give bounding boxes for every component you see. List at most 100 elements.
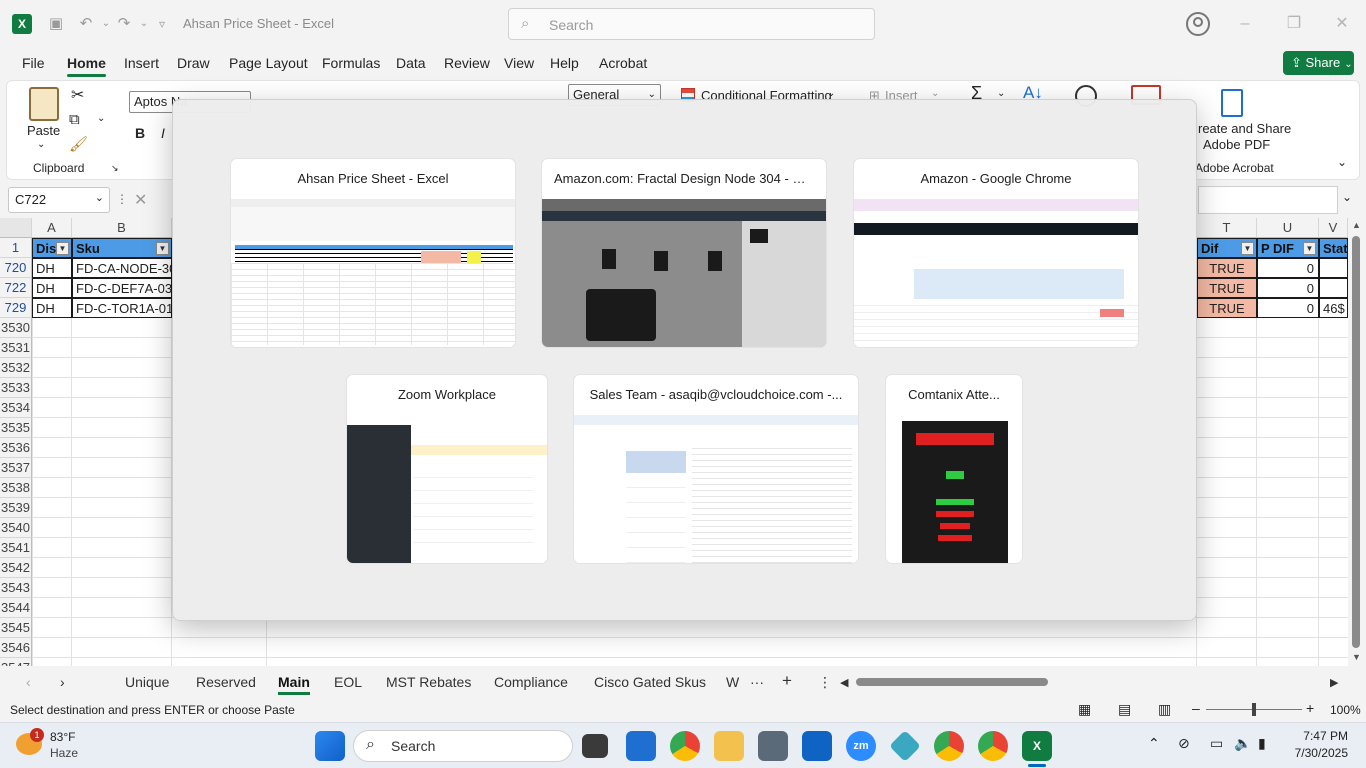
paste-icon[interactable] — [29, 87, 59, 121]
redo-icon[interactable]: ↷ — [114, 14, 134, 34]
table-cell[interactable]: 46$ — [1319, 298, 1348, 318]
minimize-icon[interactable]: – — [1233, 12, 1257, 36]
column-header-b[interactable]: B — [72, 218, 172, 238]
outlook-icon[interactable] — [802, 731, 832, 761]
tab-page-layout[interactable]: Page Layout — [229, 55, 308, 71]
clock-time[interactable]: 7:47 PM — [1290, 729, 1348, 743]
share-button[interactable]: ⇪ Share ⌄ — [1283, 51, 1354, 75]
insert-dropdown-icon[interactable]: ⌄ — [931, 88, 939, 99]
formula-input[interactable] — [1198, 186, 1338, 214]
tab-home[interactable]: Home — [67, 55, 106, 77]
page-break-view-icon[interactable]: ▥ — [1158, 701, 1171, 718]
row-header[interactable]: 3539 — [0, 498, 32, 518]
file-explorer-icon[interactable] — [714, 731, 744, 761]
zoom-out-icon[interactable]: – — [1192, 700, 1200, 716]
scroll-down-icon[interactable]: ▼ — [1352, 652, 1361, 662]
page-layout-view-icon[interactable]: ▤ — [1118, 701, 1131, 718]
chrome-profile-icon[interactable] — [934, 731, 964, 761]
sheet-tab-w[interactable]: W — [726, 674, 739, 690]
horizontal-scrollbar[interactable] — [852, 676, 1340, 688]
row-header[interactable]: 720 — [0, 258, 32, 278]
row-header[interactable]: 3534 — [0, 398, 32, 418]
copy-dropdown-icon[interactable]: ⌄ — [97, 113, 105, 124]
vpn-app-icon[interactable] — [889, 730, 921, 762]
tab-acrobat[interactable]: Acrobat — [599, 55, 647, 71]
window-card-amazon-product[interactable]: Amazon.com: Fractal Design Node 304 - Bl… — [541, 158, 827, 348]
taskbar-search[interactable]: ⌕ Search — [353, 730, 573, 762]
table-cell[interactable]: TRUE — [1197, 278, 1257, 298]
tab-file[interactable]: File — [22, 55, 45, 71]
tab-review[interactable]: Review — [444, 55, 490, 71]
row-header[interactable]: 3530 — [0, 318, 32, 338]
filter-dropdown-icon[interactable]: ▼ — [156, 242, 169, 255]
weather-temperature[interactable]: 83°F — [50, 730, 75, 744]
zoom-in-icon[interactable]: + — [1306, 700, 1314, 716]
table-cell[interactable]: FD-C-DEF7A-03 — [72, 278, 172, 298]
collapse-ribbon-icon[interactable]: ⌄ — [1337, 155, 1347, 169]
next-sheet-icon[interactable]: › — [60, 674, 65, 690]
weather-description[interactable]: Haze — [50, 746, 78, 760]
row-header[interactable]: 3546 — [0, 638, 32, 658]
task-view-icon[interactable] — [582, 734, 608, 758]
tabs-options-icon[interactable]: ⋮ — [818, 674, 832, 691]
row-header[interactable]: 3532 — [0, 358, 32, 378]
row-header[interactable]: 1 — [0, 238, 32, 258]
create-share-pdf-label-2[interactable]: Adobe PDF — [1203, 137, 1270, 152]
restore-icon[interactable]: ❐ — [1282, 12, 1306, 36]
expand-formula-bar-icon[interactable]: ⌄ — [1342, 190, 1352, 204]
name-box[interactable]: C722 ⌄ — [8, 187, 110, 213]
tab-draw[interactable]: Draw — [177, 55, 210, 71]
column-header-a[interactable]: A — [32, 218, 72, 238]
sheet-tab-mst-rebates[interactable]: MST Rebates — [386, 674, 471, 690]
row-header[interactable]: 3543 — [0, 578, 32, 598]
format-painter-icon[interactable]: 🖌 — [69, 135, 88, 153]
zoom-app-icon[interactable]: zm — [846, 731, 876, 761]
tab-insert[interactable]: Insert — [124, 55, 159, 71]
vertical-scrollbar[interactable]: ▲ ▼ — [1348, 218, 1366, 666]
more-options-icon[interactable]: ⋮ — [116, 192, 128, 206]
table-cell[interactable]: TRUE — [1197, 258, 1257, 278]
excel-logo-icon[interactable]: X — [12, 14, 32, 34]
row-header[interactable]: 3533 — [0, 378, 32, 398]
add-sheet-icon[interactable]: + — [782, 671, 792, 691]
customize-qat-icon[interactable]: ▿ — [152, 14, 172, 34]
chrome-icon[interactable] — [670, 731, 700, 761]
volume-icon[interactable]: 🔈 — [1234, 735, 1251, 752]
table-cell[interactable]: 0 — [1257, 298, 1319, 318]
select-all-corner[interactable] — [0, 218, 32, 238]
prev-sheet-icon[interactable]: ‹ — [26, 674, 31, 690]
window-card-outlook[interactable]: Sales Team - asaqib@vcloudchoice.com -..… — [573, 374, 859, 564]
clipboard-launcher-icon[interactable]: ↘ — [111, 163, 119, 174]
display-icon[interactable]: ▭ — [1210, 735, 1223, 752]
zoom-level[interactable]: 100% — [1330, 703, 1361, 717]
search-input[interactable]: ⌕ Search — [508, 8, 875, 40]
vertical-scroll-thumb[interactable] — [1352, 236, 1360, 648]
sheet-tab-main[interactable]: Main — [278, 674, 310, 695]
excel-taskbar-icon[interactable]: X — [1022, 731, 1052, 761]
battery-icon[interactable]: ▮ — [1258, 735, 1266, 752]
tab-formulas[interactable]: Formulas — [322, 55, 380, 71]
window-card-excel[interactable]: Ahsan Price Sheet - Excel — [230, 158, 516, 348]
italic-button[interactable]: I — [161, 125, 165, 141]
column-header-t[interactable]: T — [1197, 218, 1257, 238]
cut-icon[interactable]: ✂ — [71, 85, 84, 105]
chrome-profile-2-icon[interactable] — [978, 731, 1008, 761]
header-cell-p-dif[interactable]: P DIF ▼ — [1257, 238, 1319, 258]
column-header-u[interactable]: U — [1257, 218, 1319, 238]
row-header[interactable]: 3538 — [0, 478, 32, 498]
bold-button[interactable]: B — [135, 125, 145, 141]
row-header[interactable]: 722 — [0, 278, 32, 298]
row-header[interactable]: 3544 — [0, 598, 32, 618]
table-cell[interactable]: TRUE — [1197, 298, 1257, 318]
table-cell[interactable]: FD-C-TOR1A-01 — [72, 298, 172, 318]
tab-view[interactable]: View — [504, 55, 534, 71]
account-avatar-icon[interactable] — [1186, 12, 1210, 36]
row-header[interactable]: 3536 — [0, 438, 32, 458]
row-header[interactable]: 3531 — [0, 338, 32, 358]
filter-dropdown-icon[interactable]: ▼ — [1303, 242, 1316, 255]
sheet-tab-cisco-gated-skus[interactable]: Cisco Gated Skus — [594, 674, 706, 690]
paste-dropdown-icon[interactable]: ⌄ — [37, 139, 45, 150]
row-header[interactable]: 3541 — [0, 538, 32, 558]
table-cell[interactable] — [1319, 278, 1348, 298]
table-cell[interactable]: DH — [32, 298, 72, 318]
